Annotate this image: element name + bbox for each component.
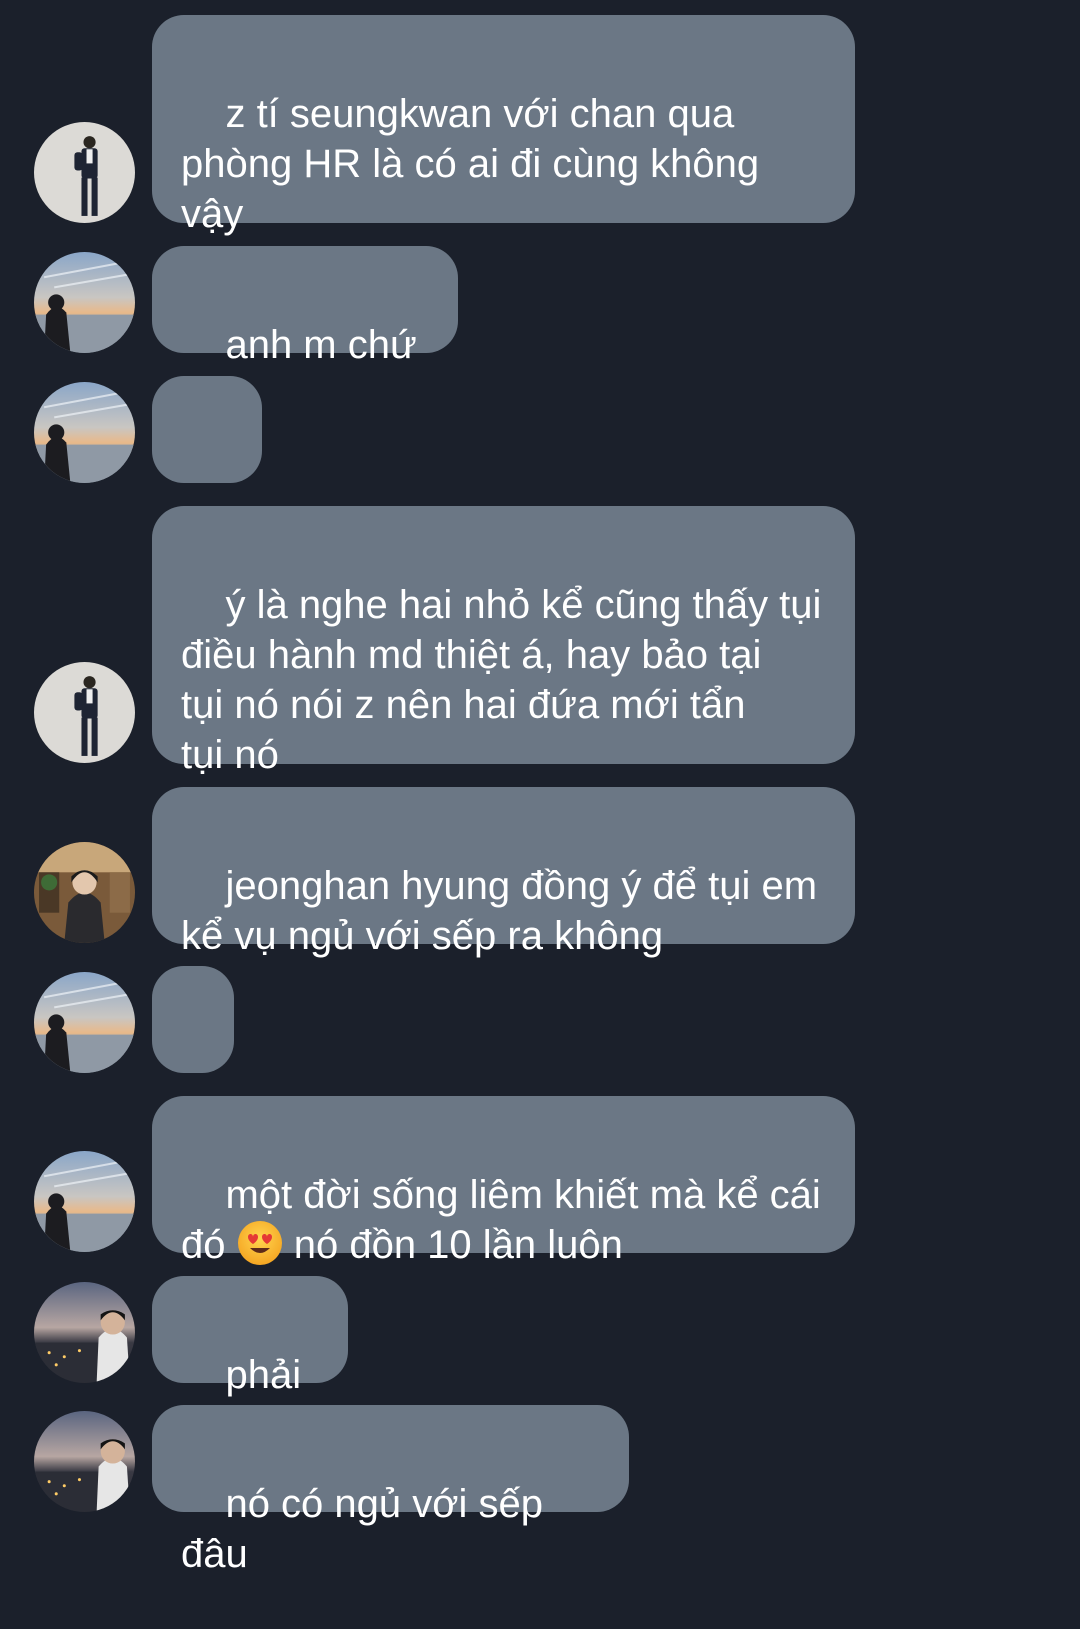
message-text: nó có ngủ với sếp đâu — [181, 1482, 555, 1576]
message-text: ý là nghe hai nhỏ kể cũng thấy tụi điều … — [181, 583, 822, 777]
avatar-city-image — [34, 1282, 135, 1383]
message-text: jeonghan hyung đồng ý để tụi em kể vụ ng… — [181, 864, 818, 958]
message-bubble[interactable]: anh m chứ ai — [152, 246, 458, 417]
avatar-sunset-image — [34, 1151, 135, 1252]
message-bubble[interactable]: z tí seungkwan với chan qua phòng HR là … — [152, 15, 855, 236]
avatar-city[interactable] — [34, 1411, 135, 1512]
message-bubble[interactable]: ê — [152, 966, 234, 1137]
message-text: nó đồn 10 lần luôn — [282, 1223, 623, 1267]
avatar-city-image — [34, 1411, 135, 1512]
avatar-sunset-image — [34, 972, 135, 1073]
avatar-sunset[interactable] — [34, 1151, 135, 1252]
message-text: z tí seungkwan với chan qua phòng HR là … — [181, 92, 760, 236]
avatar-cafe[interactable] — [34, 842, 135, 943]
avatar-suit-image — [34, 662, 135, 763]
avatar-sunset-image — [34, 382, 135, 483]
message-bubble[interactable]: jeonghan hyung đồng ý để tụi em kể vụ ng… — [152, 787, 855, 958]
avatar-sunset[interactable] — [34, 972, 135, 1073]
heart-eyes-emoji-icon — [237, 1220, 283, 1266]
avatar-sunset[interactable] — [34, 252, 135, 353]
avatar-suit-image — [34, 122, 135, 223]
message-bubble[interactable] — [152, 376, 262, 645]
avatar-suit[interactable] — [34, 662, 135, 763]
message-bubble[interactable]: nó có ngủ với sếp đâu — [152, 1405, 629, 1576]
avatar-cafe-image — [34, 842, 135, 943]
avatar-sunset-image — [34, 252, 135, 353]
message-bubble[interactable]: phải òi — [152, 1276, 348, 1447]
avatar-suit[interactable] — [34, 122, 135, 223]
message-bubble[interactable]: một đời sống liêm khiết mà kể cái đó nó … — [152, 1096, 855, 1267]
message-bubble[interactable]: ý là nghe hai nhỏ kể cũng thấy tụi điều … — [152, 506, 855, 777]
avatar-city[interactable] — [34, 1282, 135, 1383]
avatar-sunset[interactable] — [34, 382, 135, 483]
